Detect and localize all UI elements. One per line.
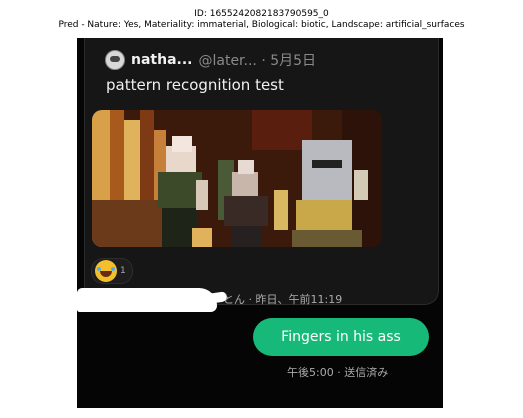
- quoted-post-card[interactable]: natha... @later... · 5月5日 pattern recogn…: [84, 38, 439, 305]
- sent-message-bubble[interactable]: Fingers in his ass: [253, 318, 429, 356]
- received-message-meta-row: とん · 昨日、午前11:19: [77, 286, 342, 314]
- reaction-count: 1: [120, 266, 126, 276]
- face-with-tears-of-joy-icon: [95, 260, 117, 282]
- sent-meta-text: 午後5:00 · 送信済み: [287, 366, 389, 379]
- quoted-post-image[interactable]: [92, 110, 382, 247]
- author-handle-date: @later... · 5月5日: [198, 53, 317, 69]
- received-meta-text: とん · 昨日、午前11:19: [223, 293, 343, 306]
- author-name: natha...: [131, 52, 193, 68]
- prediction-caption: Pred - Nature: Yes, Materiality: immater…: [58, 20, 465, 30]
- reaction-pill[interactable]: 1: [91, 258, 133, 284]
- quoted-post-text: pattern recognition test: [106, 76, 284, 94]
- author-avatar[interactable]: [105, 50, 125, 70]
- chat-screenshot: natha... @later... · 5月5日 pattern recogn…: [77, 38, 443, 408]
- quoted-post-header: natha... @later... · 5月5日: [105, 50, 316, 70]
- pixel-art-image: [92, 110, 382, 247]
- image-id-caption: ID: 1655242082183790595_0: [194, 9, 329, 19]
